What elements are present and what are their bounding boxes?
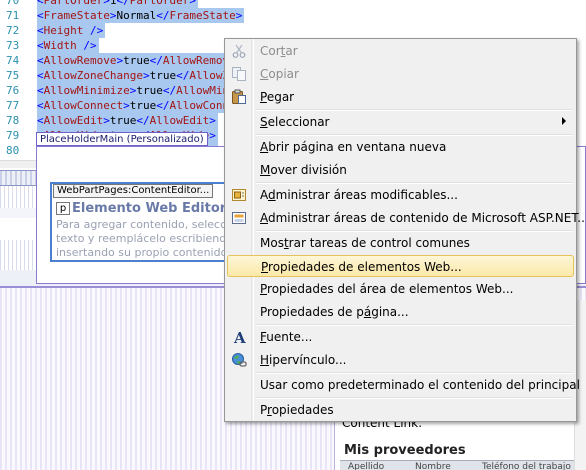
selected-code-text[interactable]: <FrameState>Normal</FrameState>	[37, 8, 245, 23]
xml-tag-name: Width	[43, 39, 77, 52]
xml-tag-name: FrameState	[43, 9, 110, 22]
column-header[interactable]: Nombre	[415, 462, 451, 470]
menu-item-copiar: Copiar	[227, 63, 574, 85]
menu-item-fuente[interactable]: A Fuente...	[227, 326, 574, 348]
line-number: 74	[6, 54, 20, 67]
paragraph-tag[interactable]: p	[56, 202, 70, 215]
xml-value: Normal	[116, 9, 157, 22]
selected-code-text[interactable]: <PartOrder>1</PartOrder>	[37, 0, 198, 8]
menu-item-label: Seleccionar	[260, 115, 330, 129]
menu-item-prop-webpart[interactable]: Propiedades de elementos Web...	[227, 255, 574, 277]
menu-item-label: Administrar áreas de contenido de Micros…	[260, 211, 586, 225]
menu-item-label: Hipervínculo...	[260, 353, 347, 367]
selected-code-text[interactable]: <AllowRemove>true</AllowRemove>	[37, 53, 245, 68]
menu-item-mover[interactable]: Mover división	[227, 159, 574, 181]
column-header[interactable]: Teléfono del trabajo	[482, 462, 571, 470]
xml-tag-name: PartOrder	[43, 0, 104, 7]
content-regions-icon	[231, 210, 247, 226]
menu-item-label: Propiedades de elementos Web...	[261, 260, 462, 274]
xml-closing-tag-name: FrameState	[169, 9, 236, 22]
menu-item-seleccionar[interactable]: Seleccionar	[227, 111, 574, 133]
line-number: 76	[6, 84, 20, 97]
menu-item-label: Pegar	[260, 90, 295, 104]
line-number: 77	[6, 99, 20, 112]
menu-item-prop-area[interactable]: Propiedades del área de elementos Web...	[227, 278, 574, 300]
menu-item-cortar: Cortar	[227, 40, 574, 62]
xml-tag-name: AllowConnect	[43, 99, 124, 112]
line-number: 79	[6, 129, 20, 142]
code-line[interactable]: 70 <PartOrder>1</PartOrder>	[0, 0, 586, 8]
xml-tag-name: AllowEdit	[43, 114, 104, 127]
line-number: 73	[6, 39, 20, 52]
submenu-arrow-icon	[562, 117, 566, 125]
menu-item-label: Fuente...	[260, 330, 313, 344]
menu-item-pegar[interactable]: Pegar	[227, 86, 574, 108]
line-number: 80	[6, 144, 20, 157]
line-number: 72	[6, 24, 20, 37]
column-header[interactable]: Apellido	[348, 462, 384, 470]
xml-tag-name: AllowRemove	[43, 54, 117, 67]
menu-item-label: Copiar	[260, 67, 299, 81]
xml-closing-tag-name: AllowEdit	[149, 114, 210, 127]
xml-tag-name: AllowMinimize	[43, 84, 130, 97]
menu-item-propiedades[interactable]: Propiedades	[227, 399, 574, 421]
xml-value: true	[136, 84, 163, 97]
menu-item-label: Usar como predeterminado el contenido de…	[260, 378, 580, 392]
menu-item-label: Cortar	[260, 44, 298, 58]
selected-code-text[interactable]: <Height />	[37, 23, 106, 38]
line-number: 78	[6, 114, 20, 127]
menu-item-label: Propiedades de página...	[260, 305, 409, 319]
editable-regions-icon	[231, 187, 247, 203]
menu-item-label: Propiedades	[260, 403, 334, 417]
line-number: 71	[6, 9, 20, 22]
xml-tag-name: Height	[43, 24, 84, 37]
menu-item-label: Administrar áreas modificables...	[260, 188, 458, 202]
line-number: 70	[6, 0, 20, 7]
placeholder-main-label[interactable]: PlaceHolderMain (Personalizado)	[36, 132, 208, 146]
paste-icon	[231, 89, 247, 105]
xml-value: true	[109, 114, 137, 127]
menu-item-tareas[interactable]: Mostrar tareas de control comunes	[227, 232, 574, 254]
context-menu: Cortar Copiar Pegar Seleccionar Abrir página…	[224, 38, 586, 422]
line-number: 75	[6, 69, 20, 82]
suppliers-list-header: Apellido Nombre Teléfono del trabajo	[340, 460, 586, 470]
menu-item-predeterminado[interactable]: Usar como predeterminado el contenido de…	[227, 374, 580, 396]
code-line[interactable]: 72 <Height />	[0, 23, 586, 38]
menu-item-admin-aspnet[interactable]: Administrar áreas de contenido de Micros…	[227, 207, 586, 229]
copy-icon	[231, 66, 247, 82]
scissors-icon	[231, 43, 247, 59]
font-icon: A	[231, 329, 247, 347]
menu-item-label: Propiedades del área de elementos Web...	[260, 282, 514, 296]
xml-value: true	[149, 69, 177, 82]
suppliers-list-title: Mis proveedores	[344, 443, 466, 458]
xml-value: true	[123, 54, 150, 67]
menu-item-admin-areas[interactable]: Administrar áreas modificables...	[227, 184, 574, 206]
svg-text:A: A	[233, 329, 246, 345]
hyperlink-icon	[231, 352, 247, 368]
xml-value: true	[129, 99, 157, 112]
menu-item-prop-pagina[interactable]: Propiedades de página...	[227, 301, 574, 323]
menu-item-label: Mover división	[260, 163, 347, 177]
code-line[interactable]: 71 <FrameState>Normal</FrameState>	[0, 8, 586, 23]
webpart-tag-label[interactable]: WebPartPages:ContentEditor...	[53, 184, 214, 198]
selected-code-text[interactable]: <AllowEdit>true</AllowEdit>	[37, 113, 218, 128]
xml-closing-tag-name: PartOrder	[129, 0, 190, 7]
menu-item-abrir[interactable]: Abrir página en ventana nueva	[227, 136, 574, 158]
menu-item-hipervinculo[interactable]: Hipervínculo...	[227, 349, 574, 371]
xml-tag-name: AllowZoneChange	[43, 69, 143, 82]
menu-item-label: Mostrar tareas de control comunes	[260, 236, 470, 250]
menu-item-label: Abrir página en ventana nueva	[260, 140, 447, 154]
selected-code-text[interactable]: <Width />	[37, 38, 99, 53]
